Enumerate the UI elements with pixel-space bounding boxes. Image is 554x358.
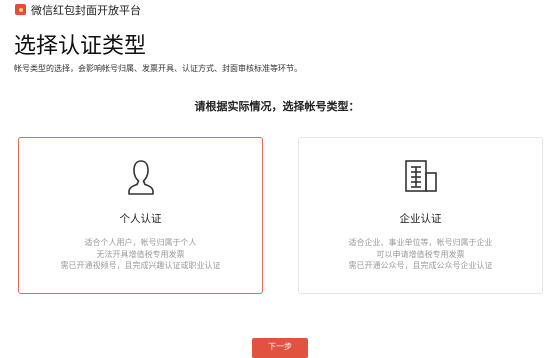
card-desc-line: 适合个人用户，帐号归属于个人	[84, 238, 197, 247]
personal-verification-card[interactable]: 个人认证 适合个人用户，帐号归属于个人 无法开具增值税专用发票 需已开通视频号，…	[18, 137, 263, 294]
card-description: 适合企业、事业单位等，帐号归属于企业 可以申请增值税专用发票 需已开通公众号，且…	[299, 237, 542, 272]
card-desc-line: 适合企业、事业单位等，帐号归属于企业	[348, 238, 493, 247]
card-title: 企业认证	[399, 213, 442, 225]
card-desc-line: 可以申请增值税专用发票	[376, 249, 465, 259]
enterprise-verification-card[interactable]: 企业认证 适合企业、事业单位等，帐号归属于企业 可以申请增值税专用发票 需已开通…	[298, 137, 543, 294]
building-icon	[403, 158, 439, 198]
top-bar: 微信红包封面开放平台	[0, 0, 554, 20]
card-desc-line: 无法开具增值税专用发票	[96, 249, 185, 259]
card-desc-line: 需已开通公众号，且完成公众号企业认证	[348, 261, 493, 270]
card-description: 适合个人用户，帐号归属于个人 无法开具增值税专用发票 需已开通视频号，且完成兴趣…	[19, 237, 262, 272]
card-title: 个人认证	[119, 213, 162, 225]
page-title: 选择认证类型	[14, 34, 147, 59]
app-title: 微信红包封面开放平台	[31, 4, 141, 17]
red-envelope-icon	[15, 4, 26, 15]
card-desc-line: 需已开通视频号，且完成兴趣认证或职业认证	[60, 261, 221, 270]
next-button[interactable]: 下一步	[252, 338, 308, 358]
account-type-prompt: 请根据实际情况，选择帐号类型：	[194, 100, 360, 113]
page-subtitle: 帐号类型的选择，会影响帐号归属、发票开具、认证方式、封面审核标准等环节。	[14, 64, 302, 73]
person-icon	[126, 158, 156, 202]
